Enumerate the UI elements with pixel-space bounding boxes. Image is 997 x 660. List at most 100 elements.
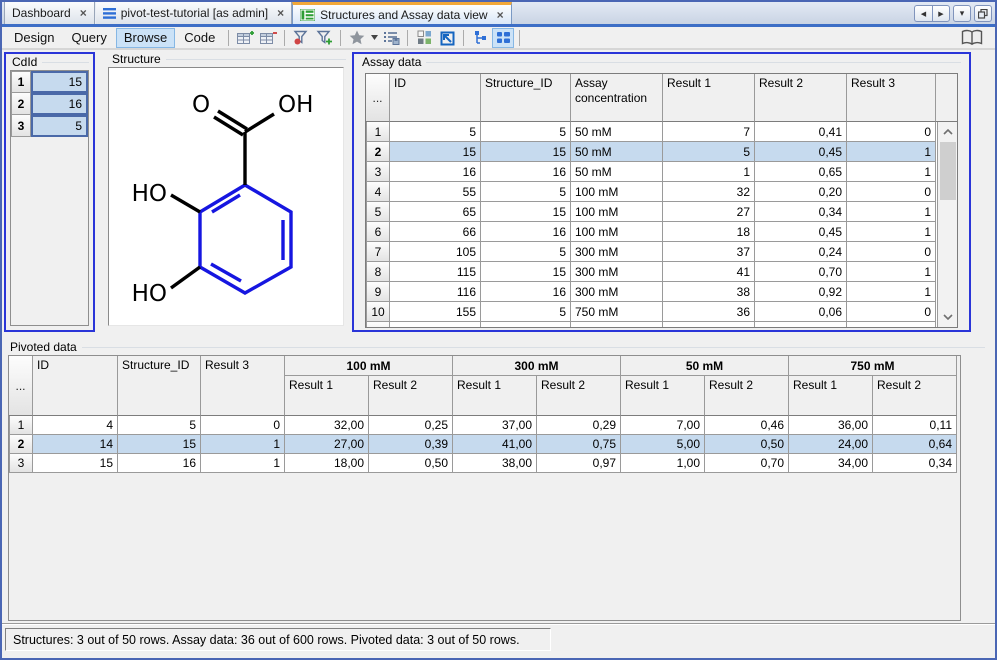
table-corner-button[interactable]: ...	[366, 74, 390, 122]
export-icon[interactable]	[436, 28, 458, 48]
cell[interactable]: 0,25	[369, 416, 453, 435]
cell[interactable]: 37,00	[453, 416, 537, 435]
cdid-table[interactable]: 11521635	[10, 70, 89, 326]
cell[interactable]: 50 mM	[571, 162, 663, 182]
column-header[interactable]: Result 2	[755, 74, 847, 122]
cdid-value-cell[interactable]: 5	[31, 115, 88, 137]
scroll-up-icon[interactable]	[938, 124, 958, 140]
cell[interactable]: 1	[847, 202, 936, 222]
cell[interactable]: 750 mM	[571, 302, 663, 322]
close-icon[interactable]: ×	[80, 7, 87, 19]
column-header[interactable]: Result 1	[663, 74, 755, 122]
row-number-cell[interactable]: 9	[366, 282, 390, 302]
cell[interactable]: 18	[663, 222, 755, 242]
column-header[interactable]: ID	[33, 356, 118, 416]
cell[interactable]: 15	[481, 142, 571, 162]
cell[interactable]: 15	[33, 454, 118, 473]
cell[interactable]: 66	[390, 222, 481, 242]
table-row[interactable]: 3161650 mM10,651	[366, 162, 957, 182]
filter-icon[interactable]	[290, 28, 312, 48]
cell[interactable]: 0,41	[755, 122, 847, 142]
cell[interactable]: 0,97	[537, 454, 621, 473]
cell[interactable]: 0,50	[369, 454, 453, 473]
cell[interactable]: 1	[663, 162, 755, 182]
cell[interactable]: 0,70	[705, 454, 789, 473]
cell[interactable]: 155	[390, 302, 481, 322]
row-number-cell[interactable]: 3	[366, 162, 390, 182]
cell[interactable]: 55	[390, 182, 481, 202]
cell[interactable]: 1	[847, 222, 936, 242]
table-row[interactable]: 115	[11, 71, 88, 93]
table-row[interactable]: 21415127,000,3941,000,755,000,5024,000,6…	[9, 435, 957, 454]
cell[interactable]: 0,65	[755, 162, 847, 182]
cell[interactable]: 105	[390, 242, 481, 262]
row-number-cell[interactable]: 2	[9, 435, 33, 454]
table-row[interactable]: 1116515750 mM240,591	[366, 322, 957, 328]
cell[interactable]: 27,00	[285, 435, 369, 454]
cell[interactable]: 1,00	[621, 454, 705, 473]
scroll-down-icon[interactable]	[938, 309, 958, 325]
cell[interactable]: 32	[663, 182, 755, 202]
column-group-header[interactable]: 750 mM	[789, 356, 957, 376]
cell[interactable]: 7	[663, 122, 755, 142]
tab-dashboard[interactable]: Dashboard ×	[4, 2, 95, 24]
cell[interactable]: 50 mM	[571, 122, 663, 142]
cell[interactable]: 5	[118, 416, 201, 435]
cell[interactable]: 0,20	[755, 182, 847, 202]
cell[interactable]: 1	[847, 282, 936, 302]
cell[interactable]: 0	[847, 182, 936, 202]
row-number-cell[interactable]: 1	[9, 416, 33, 435]
cell[interactable]: 32,00	[285, 416, 369, 435]
cell[interactable]: 1	[847, 322, 936, 328]
cell[interactable]: 24,00	[789, 435, 873, 454]
cell[interactable]: 0,11	[873, 416, 957, 435]
cell[interactable]: 0,59	[755, 322, 847, 328]
row-number-cell[interactable]: 6	[366, 222, 390, 242]
cell[interactable]: 0	[847, 122, 936, 142]
column-header[interactable]: Result 1	[453, 376, 537, 416]
tab-list-dropdown-button[interactable]: ▾	[953, 5, 971, 22]
cell[interactable]: 1	[847, 262, 936, 282]
cell[interactable]: 1	[847, 142, 936, 162]
close-icon[interactable]: ×	[497, 9, 504, 21]
saved-lists-icon[interactable]	[380, 28, 402, 48]
cell[interactable]: 750 mM	[571, 322, 663, 328]
cell[interactable]: 116	[390, 282, 481, 302]
column-group-header[interactable]: 100 mM	[285, 356, 453, 376]
cell[interactable]: 0,92	[755, 282, 847, 302]
cell[interactable]: 100 mM	[571, 182, 663, 202]
column-header[interactable]: Structure_ID	[481, 74, 571, 122]
cell[interactable]: 5	[663, 142, 755, 162]
table-row[interactable]: 15550 mM70,410	[366, 122, 957, 142]
table-row[interactable]: 911616300 mM380,921	[366, 282, 957, 302]
cell[interactable]: 5	[481, 302, 571, 322]
cell[interactable]: 4	[33, 416, 118, 435]
cell[interactable]: 0,34	[873, 454, 957, 473]
cell[interactable]: 165	[390, 322, 481, 328]
column-header[interactable]: Assay concentration	[571, 74, 663, 122]
cell[interactable]: 16	[481, 162, 571, 182]
cell[interactable]: 50 mM	[571, 142, 663, 162]
row-number-cell[interactable]: 3	[11, 115, 31, 137]
cdid-value-cell[interactable]: 16	[31, 93, 88, 115]
row-number-cell[interactable]: 1	[11, 71, 31, 93]
add-filter-icon[interactable]	[313, 28, 335, 48]
cell[interactable]: 34,00	[789, 454, 873, 473]
column-header[interactable]: Result 1	[285, 376, 369, 416]
row-number-cell[interactable]: 11	[366, 322, 390, 328]
cell[interactable]: 100 mM	[571, 202, 663, 222]
cell[interactable]: 14	[33, 435, 118, 454]
design-mode-button[interactable]: Design	[6, 28, 62, 48]
scrollbar-thumb[interactable]	[940, 142, 956, 200]
cdid-value-cell[interactable]: 15	[31, 71, 88, 93]
cell[interactable]: 7,00	[621, 416, 705, 435]
row-number-cell[interactable]: 2	[366, 142, 390, 162]
column-header[interactable]: Result 2	[873, 376, 957, 416]
widgets-icon[interactable]	[413, 28, 435, 48]
favorites-dropdown-icon[interactable]	[369, 28, 379, 48]
code-mode-button[interactable]: Code	[176, 28, 223, 48]
row-number-cell[interactable]: 3	[9, 454, 33, 473]
cell[interactable]: 0	[847, 302, 936, 322]
table-row[interactable]: 811515300 mM410,701	[366, 262, 957, 282]
cell[interactable]: 1	[201, 435, 285, 454]
